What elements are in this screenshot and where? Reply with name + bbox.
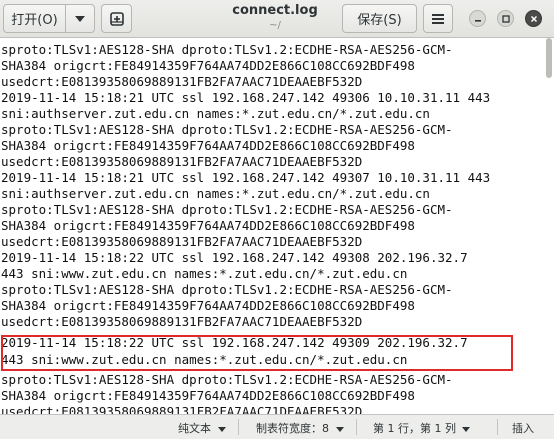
text-editor-window: 打开(O) connect.log ~/ 保存(S) sproto:TLSv1:…: [0, 0, 554, 439]
text-line: sni:authserver.zut.edu.cn names:*.zut.ed…: [1, 106, 430, 121]
status-separator: [356, 419, 357, 435]
hamburger-menu-icon: [432, 13, 444, 24]
chevron-down-icon: [217, 426, 226, 432]
text-line: 2019-11-14 15:18:21 UTC ssl 192.168.247.…: [1, 170, 491, 185]
text-line: sproto:TLSv1:AES128-SHA dproto:TLSv1.2:E…: [1, 202, 453, 217]
text-line: usedcrt:E08139358069889131FB2FA7AAC71DEA…: [1, 314, 363, 329]
text-line: 443 sni:www.zut.edu.cn names:*.zut.edu.c…: [1, 266, 408, 281]
text-line: SHA384 origcrt:FE84914359F764AA74DD2E866…: [1, 388, 415, 403]
text-line: usedcrt:E08139358069889131FB2FA7AAC71DEA…: [1, 154, 363, 169]
new-document-icon: [109, 11, 124, 26]
status-bar: 纯文本 制表符宽度：8 第 1 行，第 1 列 插入: [0, 414, 554, 439]
text-line: 2019-11-14 15:18:22 UTC ssl 192.168.247.…: [1, 250, 468, 265]
status-separator: [238, 419, 239, 435]
language-selector[interactable]: 纯文本: [178, 420, 226, 436]
cursor-position-label: 第 1 行，第 1 列: [373, 422, 456, 435]
maximize-button[interactable]: [497, 10, 514, 27]
text-line: usedcrt:E08139358069889131FB2FA7AAC71DEA…: [1, 234, 363, 249]
header-bar: 打开(O) connect.log ~/ 保存(S): [0, 0, 554, 38]
open-button-group: 打开(O): [3, 4, 95, 33]
text-line: SHA384 origcrt:FE84914359F764AA74DD2E866…: [1, 58, 415, 73]
open-button[interactable]: 打开(O): [3, 4, 66, 33]
new-document-button[interactable]: [101, 4, 132, 33]
tab-width-label: 制表符宽度：8: [256, 422, 329, 435]
text-line: usedcrt:E08139358069889131FB2FA7AAC71DEA…: [1, 74, 363, 89]
language-label: 纯文本: [178, 422, 211, 435]
text-line: usedcrt:E08139358069889131FB2FA7AAC71DEA…: [1, 404, 363, 414]
minimize-button[interactable]: [469, 10, 486, 27]
open-recent-dropdown-button[interactable]: [65, 4, 95, 33]
text-line: sproto:TLSv1:AES128-SHA dproto:TLSv1.2:E…: [1, 42, 453, 57]
text-line: sproto:TLSv1:AES128-SHA dproto:TLSv1.2:E…: [1, 122, 453, 137]
tab-width-selector[interactable]: 制表符宽度：8: [256, 420, 344, 436]
menu-button[interactable]: [423, 4, 453, 33]
text-line: 2019-11-14 15:18:21 UTC ssl 192.168.247.…: [1, 90, 491, 105]
save-button[interactable]: 保存(S): [342, 4, 417, 33]
close-button[interactable]: [525, 10, 542, 27]
text-line: sni:authserver.zut.edu.cn names:*.zut.ed…: [1, 186, 430, 201]
text-line: sproto:TLSv1:AES128-SHA dproto:TLSv1.2:E…: [1, 372, 453, 387]
highlight-annotation-box: [1, 335, 513, 371]
maximize-icon: [501, 14, 510, 23]
text-line: SHA384 origcrt:FE84914359F764AA74DD2E866…: [1, 298, 415, 313]
vertical-scrollbar[interactable]: [546, 38, 552, 78]
chevron-down-icon: [75, 15, 85, 22]
insert-mode-label: 插入: [512, 422, 534, 435]
text-line: sproto:TLSv1:AES128-SHA dproto:TLSv1.2:E…: [1, 282, 453, 297]
chevron-down-icon: [462, 426, 471, 432]
minimize-icon: [474, 19, 481, 22]
status-separator: [497, 419, 498, 435]
close-icon: [530, 15, 537, 22]
cursor-position-selector[interactable]: 第 1 行，第 1 列: [373, 420, 471, 436]
chevron-down-icon: [335, 426, 344, 432]
text-line: SHA384 origcrt:FE84914359F764AA74DD2E866…: [1, 138, 415, 153]
text-line: SHA384 origcrt:FE84914359F764AA74DD2E866…: [1, 218, 415, 233]
